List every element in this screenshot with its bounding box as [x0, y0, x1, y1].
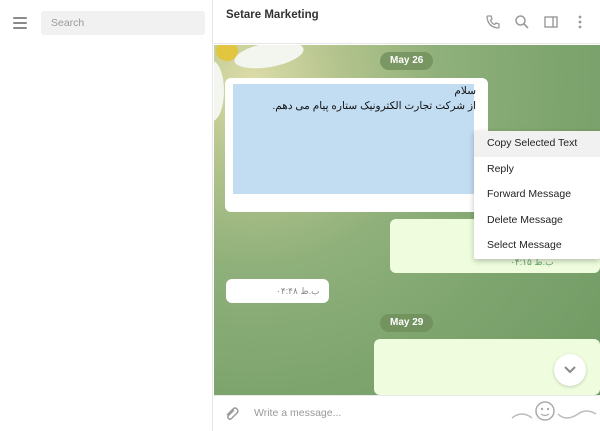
incoming-message[interactable]: سلام از شرکت تجارت الکترونیک ستاره پیام …: [225, 78, 488, 212]
message-line: از شرکت تجارت الکترونیک ستاره پیام می ده…: [272, 100, 476, 112]
menu-delete-message[interactable]: Delete Message: [474, 208, 600, 234]
date-pill: May 29: [380, 314, 434, 332]
sidebar-toggle-icon[interactable]: [543, 14, 559, 30]
menu-select-message[interactable]: Select Message: [474, 233, 600, 259]
more-icon[interactable]: [572, 14, 588, 30]
chevron-down-icon: [564, 366, 576, 374]
chat-title: Setare Marketing: [226, 9, 319, 21]
chat-header: Setare Marketing: [214, 0, 600, 44]
message-time: ۰۴:۴۸ ب.ظ: [276, 286, 320, 296]
context-menu: Copy Selected Text Reply Forward Message…: [474, 131, 600, 259]
message-line: سلام: [454, 85, 476, 97]
menu-icon[interactable]: [13, 17, 27, 29]
search-input[interactable]: Search: [41, 11, 205, 35]
attach-icon[interactable]: [222, 405, 240, 423]
menu-copy-selected-text[interactable]: Copy Selected Text: [474, 131, 600, 157]
search-icon[interactable]: [514, 14, 530, 30]
watermark-logo: [508, 388, 600, 431]
scroll-down-button[interactable]: [554, 354, 586, 386]
phone-icon[interactable]: [485, 14, 501, 30]
message-input[interactable]: Write a message...: [254, 407, 341, 419]
menu-forward-message[interactable]: Forward Message: [474, 182, 600, 208]
date-pill: May 26: [380, 52, 434, 70]
incoming-message[interactable]: ۰۴:۴۸ ب.ظ: [226, 279, 329, 303]
menu-reply[interactable]: Reply: [474, 157, 600, 183]
chat-list-sidebar: Search: [0, 0, 213, 431]
